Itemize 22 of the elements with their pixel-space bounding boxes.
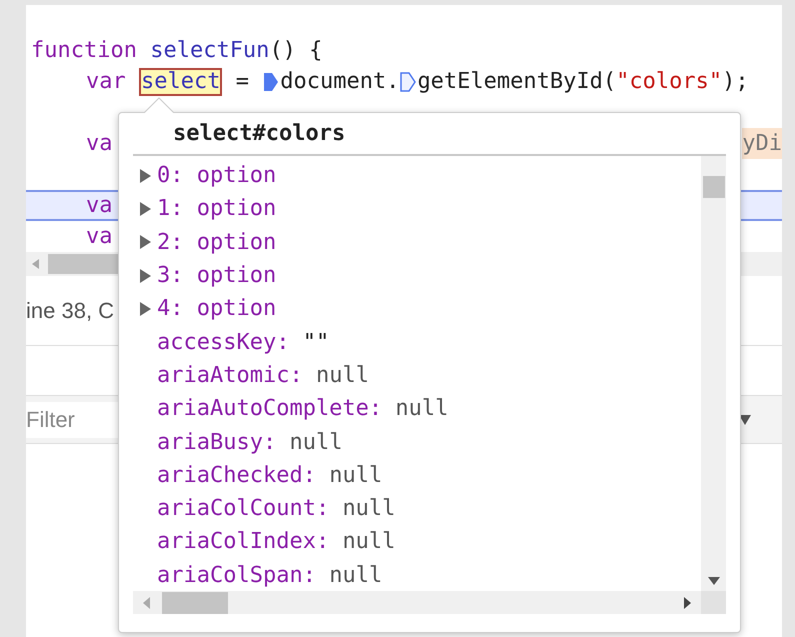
code-function-name: selectFun [150,37,270,65]
code-keyword: va [86,130,112,158]
code-operator: = [234,68,250,96]
property-entry: ariaAtomic: null [157,362,369,390]
property-entry: ariaChecked: null [157,462,382,490]
property-entry: ariaColIndex: null [157,528,396,556]
property-entry: ariaAutoComplete: null [157,395,448,424]
cursor-position: ine 38, C [26,297,114,325]
code-text: ); [722,68,749,96]
code-keyword: function [31,37,138,65]
code-keyword: var [86,68,127,96]
code-text: () { [269,37,322,65]
inline-value-hint: yDi [742,128,782,159]
code-text: getElementById( [417,68,616,96]
code-string: "colors" [616,68,722,96]
popover-title: select#colors [173,120,346,148]
property-entry: ariaColCount: null [157,495,396,524]
property-entry: ariaBusy: null [157,428,342,457]
property-entry: accessKey: "" [157,328,330,357]
property-entry: ariaColSpan: null [157,562,382,590]
code-text: document. [280,68,400,96]
code-keyword: va [86,192,112,220]
